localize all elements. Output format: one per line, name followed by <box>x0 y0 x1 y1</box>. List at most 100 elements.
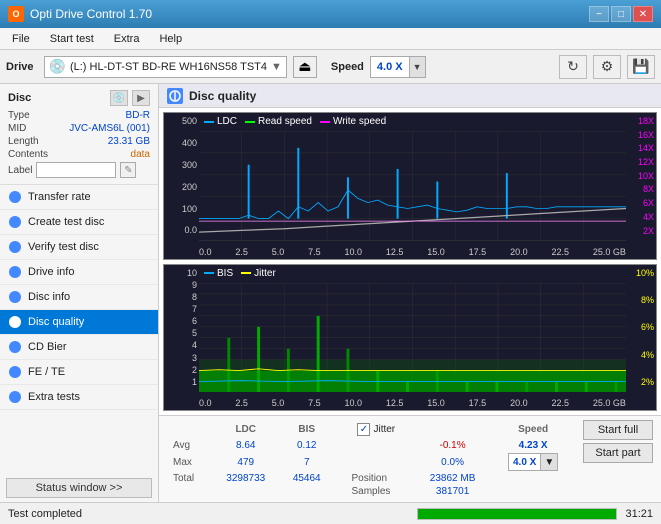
stats-avg-jitter: -0.1% <box>414 439 491 452</box>
save-button[interactable]: 💾 <box>627 55 655 79</box>
stats-position-val: 23862 MB <box>414 472 491 485</box>
disc-quality-icon <box>167 88 183 104</box>
chart-bottom: BIS Jitter 10 9 8 7 6 5 4 3 2 1 10% <box>163 264 657 412</box>
menu-start-test[interactable]: Start test <box>42 31 102 47</box>
stats-header-ldc: LDC <box>212 420 280 439</box>
start-full-button[interactable]: Start full <box>583 420 653 440</box>
status-time: 31:21 <box>625 508 653 520</box>
disc-section-label: Disc <box>8 92 31 104</box>
disc-length-key: Length <box>8 136 39 147</box>
y-axis-right-top: 18X 16X 14X 12X 10X 8X 6X 4X 2X <box>626 113 656 239</box>
action-buttons: Start full Start part <box>583 420 653 463</box>
drive-selector[interactable]: 💿 (L:) HL-DT-ST BD-RE WH16NS58 TST4 ▼ <box>44 56 287 78</box>
stats-header-speed: Speed <box>491 420 575 439</box>
sidebar-nav: Transfer rate Create test disc Verify te… <box>0 185 158 474</box>
nav-label-disc-info: Disc info <box>28 291 70 303</box>
sidebar-item-fe-te[interactable]: FE / TE <box>0 360 158 385</box>
disc-icon-1[interactable]: 💿 <box>110 90 128 106</box>
stats-header-bis: BIS <box>280 420 334 439</box>
content-area: Disc quality LDC Read speed Write speed … <box>159 84 661 502</box>
jitter-label: Jitter <box>373 424 395 435</box>
jitter-checkbox-row: ✓ Jitter <box>351 421 485 438</box>
legend-jitter: Jitter <box>254 268 276 279</box>
stats-speed-val: 4.23 X <box>491 439 575 452</box>
disc-quality-header: Disc quality <box>159 84 661 108</box>
nav-label-fe-te: FE / TE <box>28 366 65 378</box>
stats-max-bis: 7 <box>280 452 334 472</box>
sidebar: Disc 💿 ▶ Type BD-R MID JVC-AMS6L (001) L… <box>0 84 159 502</box>
stats-position-key: Position <box>345 472 413 485</box>
title-bar: O Opti Drive Control 1.70 − □ ✕ <box>0 0 661 28</box>
disc-type-key: Type <box>8 110 30 121</box>
disc-section: Disc 💿 ▶ Type BD-R MID JVC-AMS6L (001) L… <box>0 84 158 185</box>
eject-button[interactable]: ⏏ <box>293 56 317 78</box>
speed-value: 4.0 X <box>371 61 409 73</box>
stats-speed-combo[interactable]: 4.0 X ▼ <box>491 452 575 472</box>
stats-total-ldc: 3298733 <box>212 472 280 485</box>
y-axis-left-top: 500 400 300 200 100 0.0 <box>164 113 199 239</box>
nav-label-cd-bier: CD Bier <box>28 341 67 353</box>
maximize-button[interactable]: □ <box>611 6 631 22</box>
disc-mid-key: MID <box>8 123 26 134</box>
sidebar-item-drive-info[interactable]: Drive info <box>0 260 158 285</box>
stats-samples-key: Samples <box>345 485 413 498</box>
progress-bar-fill <box>418 509 616 519</box>
chart-bottom-plot <box>199 283 626 393</box>
refresh-button[interactable]: ↻ <box>559 55 587 79</box>
disc-label-key: Label <box>8 165 32 176</box>
stats-avg-bis: 0.12 <box>280 439 334 452</box>
speed-dropdown-arrow[interactable]: ▼ <box>409 57 425 77</box>
stats-table: LDC BIS ✓ Jitter Speed Avg 8. <box>167 420 575 498</box>
sidebar-item-disc-quality[interactable]: Disc quality <box>0 310 158 335</box>
jitter-checkbox[interactable]: ✓ <box>357 423 370 436</box>
disc-mid-val: JVC-AMS6L (001) <box>69 123 150 134</box>
sidebar-item-extra-tests[interactable]: Extra tests <box>0 385 158 410</box>
nav-label-create-test-disc: Create test disc <box>28 216 104 228</box>
disc-length-val: 23.31 GB <box>108 136 150 147</box>
sidebar-item-transfer-rate[interactable]: Transfer rate <box>0 185 158 210</box>
disc-quality-title: Disc quality <box>189 89 256 103</box>
toolbar: Drive 💿 (L:) HL-DT-ST BD-RE WH16NS58 TST… <box>0 50 661 84</box>
disc-icon-2[interactable]: ▶ <box>132 90 150 106</box>
app-icon: O <box>8 6 24 22</box>
nav-label-extra-tests: Extra tests <box>28 391 80 403</box>
sidebar-item-verify-test-disc[interactable]: Verify test disc <box>0 235 158 260</box>
drive-dropdown-arrow[interactable]: ▼ <box>271 61 282 73</box>
speed-select-arrow[interactable]: ▼ <box>540 454 557 470</box>
legend-ldc: LDC <box>217 116 237 127</box>
label-edit-icon[interactable]: ✎ <box>120 162 136 178</box>
disc-label-input[interactable] <box>36 162 116 178</box>
nav-label-disc-quality: Disc quality <box>28 316 84 328</box>
window-controls: − □ ✕ <box>589 6 653 22</box>
legend-bis: BIS <box>217 268 233 279</box>
menu-help[interactable]: Help <box>151 31 190 47</box>
nav-label-transfer-rate: Transfer rate <box>28 191 91 203</box>
settings-button[interactable]: ⚙ <box>593 55 621 79</box>
stats-samples-val: 381701 <box>414 485 491 498</box>
close-button[interactable]: ✕ <box>633 6 653 22</box>
menu-bar: File Start test Extra Help <box>0 28 661 50</box>
sidebar-item-create-test-disc[interactable]: Create test disc <box>0 210 158 235</box>
stats-max-label: Max <box>167 452 212 472</box>
drive-value: (L:) HL-DT-ST BD-RE WH16NS58 TST4 <box>70 61 267 73</box>
speed-selector[interactable]: 4.0 X ▼ <box>370 56 426 78</box>
menu-file[interactable]: File <box>4 31 38 47</box>
menu-extra[interactable]: Extra <box>106 31 148 47</box>
minimize-button[interactable]: − <box>589 6 609 22</box>
y-axis-right-bottom: 10% 8% 6% 4% 2% <box>626 265 656 391</box>
nav-label-verify-test-disc: Verify test disc <box>28 241 99 253</box>
stats-total-bis: 45464 <box>280 472 334 485</box>
speed-label: Speed <box>331 61 364 73</box>
status-window-button[interactable]: Status window >> <box>6 478 152 498</box>
stats-area: LDC BIS ✓ Jitter Speed Avg 8. <box>159 415 661 502</box>
start-part-button[interactable]: Start part <box>583 443 653 463</box>
stats-total-label: Total <box>167 472 212 485</box>
status-text: Test completed <box>8 508 409 520</box>
nav-label-drive-info: Drive info <box>28 266 74 278</box>
disc-contents-key: Contents <box>8 149 48 160</box>
x-axis-bottom: 0.0 2.5 5.0 7.5 10.0 12.5 15.0 17.5 20.0… <box>199 398 626 408</box>
chart-bottom-legend: BIS Jitter <box>204 268 276 279</box>
sidebar-item-disc-info[interactable]: Disc info <box>0 285 158 310</box>
sidebar-item-cd-bier[interactable]: CD Bier <box>0 335 158 360</box>
stats-avg-label: Avg <box>167 439 212 452</box>
